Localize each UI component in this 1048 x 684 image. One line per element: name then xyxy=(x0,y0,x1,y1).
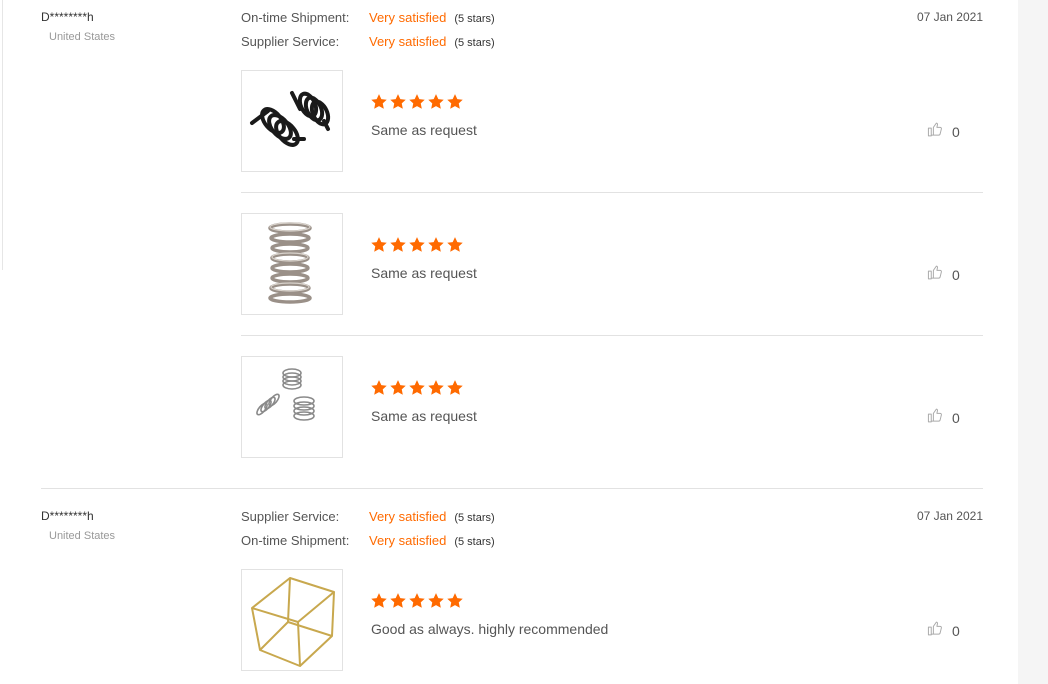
star-icon xyxy=(409,237,425,252)
item-divider xyxy=(241,192,983,193)
like-count: 0 xyxy=(952,267,960,283)
rating-stars-text: (5 stars) xyxy=(454,536,495,548)
like-button[interactable]: 0 xyxy=(927,121,960,143)
star-icon xyxy=(371,593,387,608)
star-icon xyxy=(447,94,463,109)
rating-label: Supplier Service: xyxy=(241,34,340,49)
page-left-border xyxy=(2,0,3,270)
rating-value: Very satisfied xyxy=(369,533,447,548)
rating-value: Very satisfied xyxy=(369,34,447,49)
like-button[interactable]: 0 xyxy=(927,264,960,286)
buyer-country: United States xyxy=(49,31,116,43)
item-comment: Good as always. highly recommended xyxy=(371,621,609,637)
star-icon xyxy=(390,380,406,395)
review-item: Good as always. highly recommended 0 xyxy=(241,569,983,671)
product-thumbnail[interactable] xyxy=(241,70,343,172)
rating-label: On-time Shipment: xyxy=(241,10,350,25)
black-torsion-spring-image xyxy=(250,91,331,147)
item-comment: Same as request xyxy=(371,265,477,281)
rating-stars-text: (5 stars) xyxy=(454,512,495,524)
star-icon xyxy=(409,593,425,608)
rating-value: Very satisfied xyxy=(369,10,447,25)
star-icon xyxy=(371,237,387,252)
page-scroll-gutter xyxy=(1018,0,1048,684)
small-springs-set-image xyxy=(256,368,315,421)
rating-row: On-time Shipment: Very satisfied (5 stars) xyxy=(241,10,495,30)
item-divider xyxy=(241,335,983,336)
rating-row: On-time Shipment: Very satisfied (5 stars) xyxy=(241,533,495,553)
item-star-rating xyxy=(370,592,465,615)
item-star-rating xyxy=(370,236,465,259)
rating-label: Supplier Service: xyxy=(241,509,340,524)
star-icon xyxy=(447,237,463,252)
gold-wire-cube-frame-image xyxy=(251,577,335,667)
like-count: 0 xyxy=(952,410,960,426)
star-icon xyxy=(371,380,387,395)
item-comment: Same as request xyxy=(371,408,477,424)
star-icon xyxy=(409,380,425,395)
rating-label: On-time Shipment: xyxy=(241,533,350,548)
like-count: 0 xyxy=(952,623,960,639)
product-thumbnail[interactable] xyxy=(241,569,343,671)
product-thumbnail[interactable] xyxy=(241,356,343,458)
like-count: 0 xyxy=(952,124,960,140)
thumbs-up-icon xyxy=(927,121,944,143)
star-icon xyxy=(390,94,406,109)
like-button[interactable]: 0 xyxy=(927,620,960,642)
review-item: Same as request 0 xyxy=(241,356,983,458)
star-icon xyxy=(409,94,425,109)
star-icon xyxy=(390,237,406,252)
star-icon xyxy=(428,94,444,109)
star-icon xyxy=(428,593,444,608)
star-icon xyxy=(371,94,387,109)
rating-row: Supplier Service: Very satisfied (5 stars) xyxy=(241,509,495,529)
review-date: 07 Jan 2021 xyxy=(916,10,983,24)
review-divider xyxy=(41,488,983,489)
thumbs-up-icon xyxy=(927,407,944,429)
star-icon xyxy=(390,593,406,608)
rating-stars-text: (5 stars) xyxy=(454,13,495,25)
thumbs-up-icon xyxy=(927,620,944,642)
buyer-name: D********h xyxy=(41,10,94,24)
thumbs-up-icon xyxy=(927,264,944,286)
review-item: Same as request 0 xyxy=(241,213,983,315)
star-icon xyxy=(428,237,444,252)
review-date: 07 Jan 2021 xyxy=(916,509,983,523)
rating-value: Very satisfied xyxy=(369,509,447,524)
item-star-rating xyxy=(370,93,465,116)
steel-compression-spring-image xyxy=(268,222,312,304)
buyer-name: D********h xyxy=(41,509,94,523)
buyer-country: United States xyxy=(49,530,116,542)
item-comment: Same as request xyxy=(371,122,477,138)
star-icon xyxy=(428,380,444,395)
star-icon xyxy=(447,593,463,608)
rating-stars-text: (5 stars) xyxy=(454,37,495,49)
item-star-rating xyxy=(370,379,465,402)
product-thumbnail[interactable] xyxy=(241,213,343,315)
like-button[interactable]: 0 xyxy=(927,407,960,429)
review-item: Same as request 0 xyxy=(241,70,983,172)
star-icon xyxy=(447,380,463,395)
rating-row: Supplier Service: Very satisfied (5 stars) xyxy=(241,34,495,54)
